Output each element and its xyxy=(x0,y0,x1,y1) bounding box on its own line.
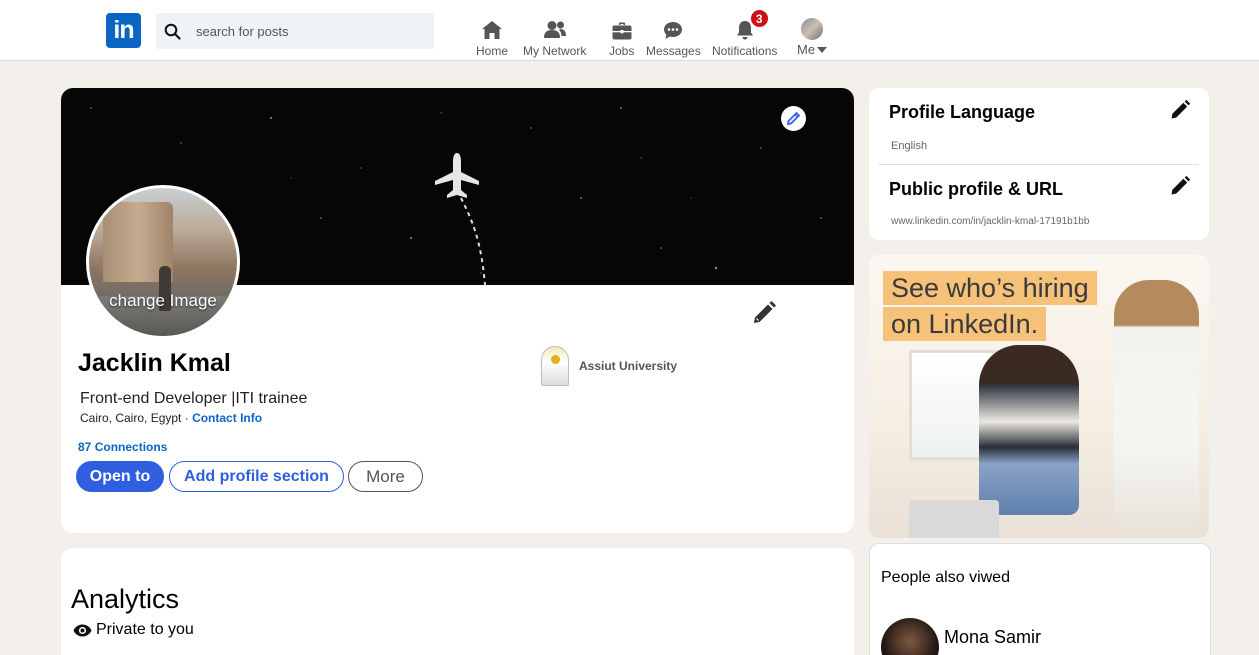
ad-headline-line1: See who’s hiring xyxy=(883,271,1097,305)
profile-headline: Front-end Developer |ITI trainee xyxy=(80,390,308,407)
profile-language-title: Profile Language xyxy=(889,102,1036,122)
profile-location-line: Cairo, Cairo, Egypt · Contact Info xyxy=(80,411,262,425)
education-entry[interactable]: Assiut University xyxy=(541,346,677,386)
pencil-icon xyxy=(754,301,776,323)
nav-notifications-label: Notifications xyxy=(712,44,778,58)
university-logo xyxy=(541,346,569,386)
nav-messages-label: Messages xyxy=(646,44,701,58)
nav-messages[interactable]: Messages xyxy=(646,18,701,58)
pencil-icon xyxy=(1171,99,1191,119)
ad-person-image xyxy=(979,345,1079,515)
edit-banner-button[interactable] xyxy=(781,106,806,131)
more-button[interactable]: More xyxy=(348,461,423,492)
search-bar xyxy=(156,13,434,49)
open-to-button[interactable]: Open to xyxy=(76,461,164,492)
add-profile-section-button[interactable]: Add profile section xyxy=(169,461,344,492)
top-navbar: in Home My Network Jobs Messages 3 xyxy=(0,0,1259,61)
home-icon xyxy=(481,18,503,40)
nav-home[interactable]: Home xyxy=(476,18,508,58)
person-name[interactable]: Mona Samir xyxy=(944,627,1041,648)
nav-my-network[interactable]: My Network xyxy=(523,18,586,58)
network-icon xyxy=(543,18,567,40)
messages-icon xyxy=(663,18,683,40)
profile-location: Cairo, Cairo, Egypt xyxy=(80,411,182,425)
ad-person-image xyxy=(1114,280,1199,530)
profile-card: change Image Jacklin Kmal Front-end Deve… xyxy=(61,88,854,533)
edit-public-profile-button[interactable] xyxy=(1169,175,1191,197)
analytics-title: Analytics xyxy=(71,584,180,614)
profile-settings-card: Profile Language English Public profile … xyxy=(869,88,1209,240)
people-also-viewed-card: People also viwed Mona Samir xyxy=(869,543,1211,655)
pencil-icon xyxy=(786,111,801,126)
me-avatar xyxy=(801,18,824,40)
pencil-icon xyxy=(1171,175,1191,195)
nav-jobs[interactable]: Jobs xyxy=(609,18,634,58)
briefcase-icon xyxy=(612,18,632,40)
public-profile-title: Public profile & URL xyxy=(889,179,1064,199)
avatar[interactable] xyxy=(881,618,939,655)
edit-profile-language-button[interactable] xyxy=(1169,99,1191,121)
ad-laptop-image xyxy=(909,500,999,538)
location-separator: · xyxy=(184,411,189,425)
edit-intro-button[interactable] xyxy=(751,300,777,326)
nav-me-label-wrap: Me xyxy=(797,42,828,57)
connections-count: 87 xyxy=(78,440,92,454)
profile-language-value: English xyxy=(891,140,928,152)
nav-jobs-label: Jobs xyxy=(609,44,635,58)
divider xyxy=(879,164,1199,165)
nav-me[interactable]: Me xyxy=(797,18,828,57)
linkedin-logo[interactable]: in xyxy=(106,13,141,48)
people-also-viewed-title: People also viwed xyxy=(881,569,1010,586)
search-icon[interactable] xyxy=(160,19,184,43)
connections-label: Connections xyxy=(94,440,168,454)
profile-name: Jacklin Kmal xyxy=(78,349,231,377)
profile-photo[interactable]: change Image xyxy=(86,185,240,339)
eye-icon xyxy=(73,624,92,636)
contact-info-link[interactable]: Contact Info xyxy=(192,411,262,425)
nav-notifications[interactable]: 3 Notifications xyxy=(712,9,778,58)
change-image-label[interactable]: change Image xyxy=(89,291,237,311)
connections-link[interactable]: 87 Connections xyxy=(78,440,167,454)
search-input[interactable] xyxy=(196,23,416,39)
private-label: Private to you xyxy=(96,621,194,638)
bell-icon: 3 xyxy=(736,9,769,40)
nav-me-label: Me xyxy=(797,42,816,57)
public-profile-url[interactable]: www.linkedin.com/in/jacklin-kmal-17191b1… xyxy=(891,216,1089,227)
ad-headline-line2: on LinkedIn. xyxy=(883,307,1047,341)
analytics-card: Analytics Private to you xyxy=(61,548,854,655)
private-to-you: Private to you xyxy=(73,621,194,639)
nav-my-network-label: My Network xyxy=(523,44,587,58)
hiring-ad[interactable]: See who’s hiring on LinkedIn. xyxy=(869,255,1209,538)
notification-badge: 3 xyxy=(749,9,769,28)
profile-photo-image: change Image xyxy=(89,188,237,336)
caret-down-icon xyxy=(817,46,828,53)
university-name: Assiut University xyxy=(579,359,678,373)
nav-home-label: Home xyxy=(476,44,509,58)
